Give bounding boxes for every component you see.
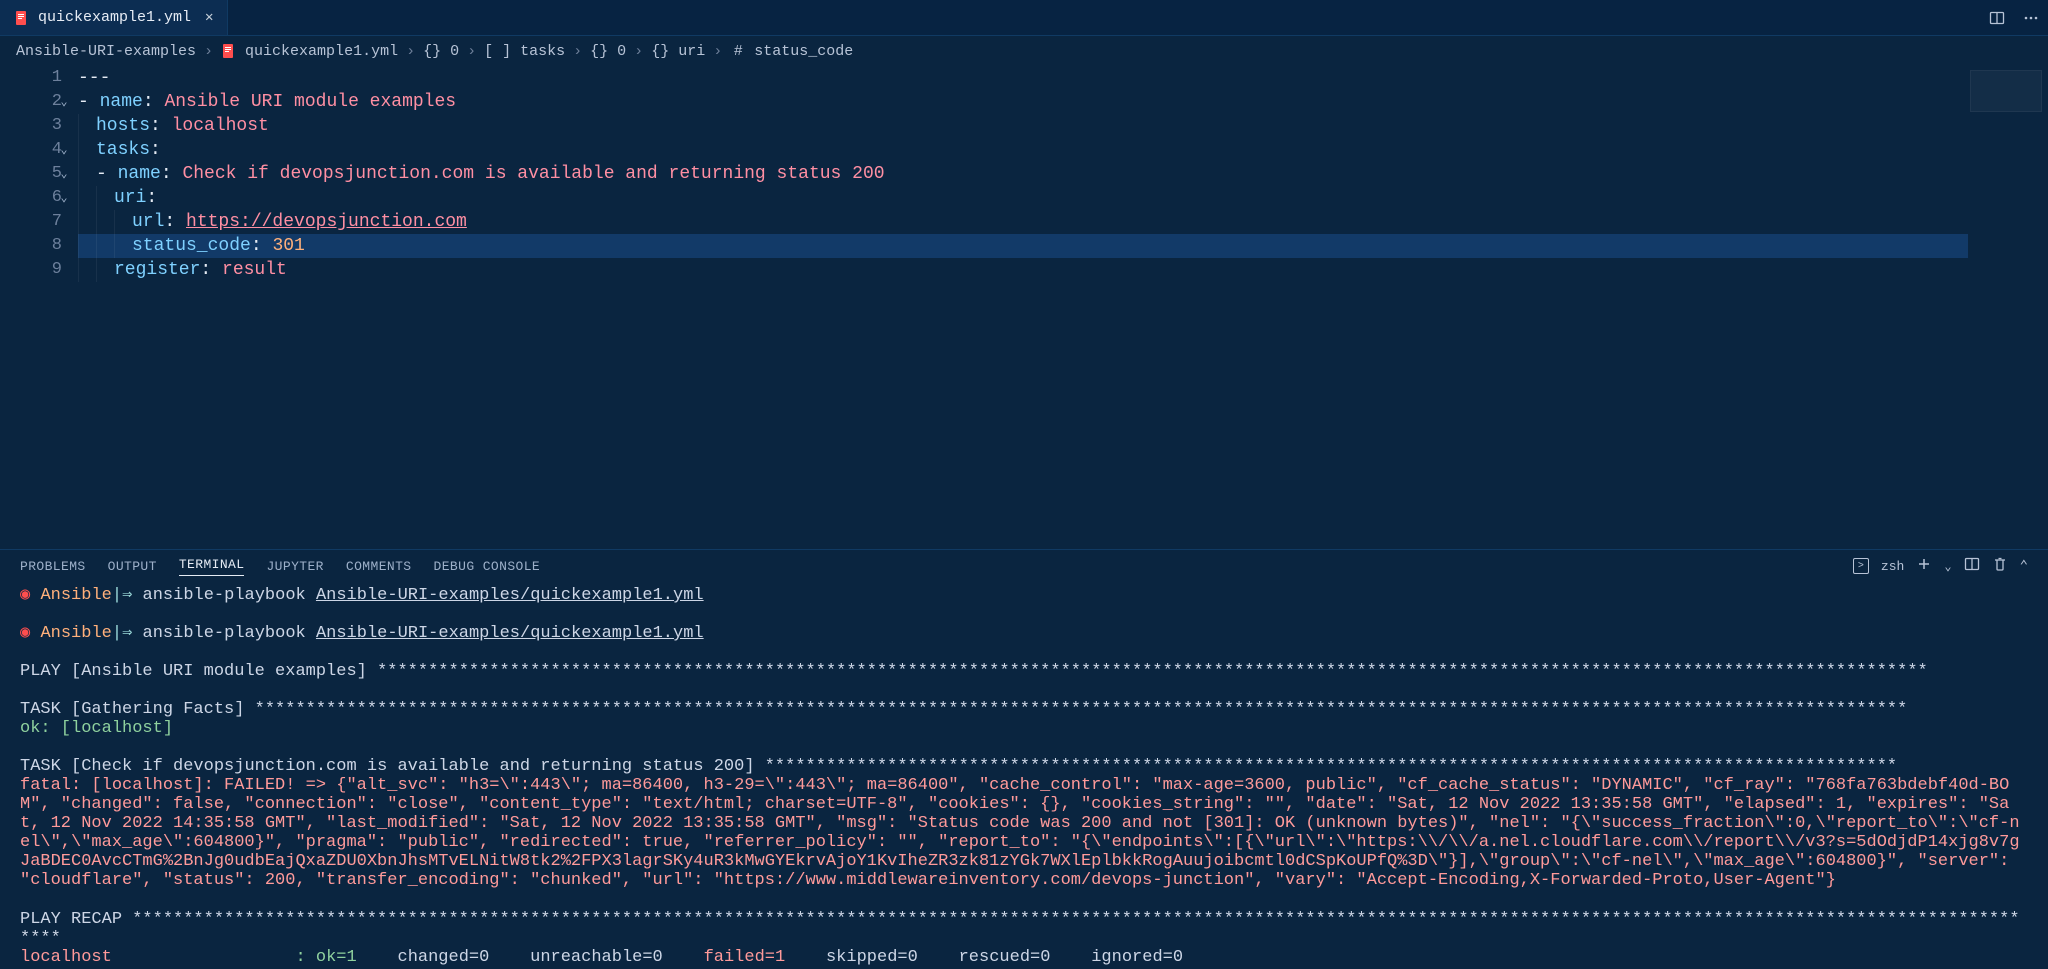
recap-unreachable: unreachable=0 bbox=[530, 948, 703, 967]
code-area[interactable]: --- - name: Ansible URI module examples … bbox=[78, 66, 2048, 549]
chevron-down-icon[interactable]: ⌄ bbox=[54, 162, 74, 186]
tab-jupyter[interactable]: JUPYTER bbox=[266, 559, 323, 574]
line-number: 9 bbox=[0, 258, 62, 282]
split-editor-icon[interactable] bbox=[1980, 0, 2014, 35]
hash-icon: # bbox=[730, 43, 746, 59]
close-icon[interactable]: ✕ bbox=[199, 9, 213, 26]
breadcrumb-segment[interactable]: [ ] tasks bbox=[484, 43, 565, 60]
breadcrumb-segment[interactable]: {} 0 bbox=[590, 43, 626, 60]
chevron-up-icon[interactable]: ⌃ bbox=[2020, 558, 2028, 575]
play-name: Ansible URI module examples bbox=[81, 662, 356, 681]
command-path: Ansible-URI-examples/quickexample1.yml bbox=[316, 624, 704, 643]
chevron-right-icon: › bbox=[406, 43, 415, 60]
divider-stars: ****************************************… bbox=[20, 910, 2020, 948]
task-name: Gathering Facts bbox=[81, 700, 234, 719]
line-number: 1 bbox=[0, 66, 62, 90]
terminal-output[interactable]: ◉ Ansible|⇒ ansible-playbook Ansible-URI… bbox=[0, 582, 2048, 969]
recap-skipped: skipped=0 bbox=[826, 948, 959, 967]
divider-stars: ****************************************… bbox=[377, 662, 1928, 681]
code-line[interactable]: uri: bbox=[78, 186, 2048, 210]
dirty-indicator-icon: ◉ bbox=[20, 586, 30, 605]
chevron-right-icon: › bbox=[634, 43, 643, 60]
prompt-sep: |⇒ bbox=[112, 624, 143, 643]
line-number: 3 bbox=[0, 114, 62, 138]
code-line[interactable]: - name: Ansible URI module examples bbox=[78, 90, 2048, 114]
breadcrumb-folder[interactable]: Ansible-URI-examples bbox=[16, 43, 196, 60]
task-header-suffix: ] bbox=[234, 700, 254, 719]
recap-failed: failed=1 bbox=[704, 948, 826, 967]
chevron-down-icon[interactable]: ⌄ bbox=[54, 90, 74, 114]
breadcrumb-segment[interactable]: {} 0 bbox=[423, 43, 459, 60]
play-header-prefix: PLAY [ bbox=[20, 662, 81, 681]
command-text: ansible-playbook bbox=[143, 586, 316, 605]
breadcrumb-segment[interactable]: {} uri bbox=[651, 43, 705, 60]
trash-icon[interactable] bbox=[1992, 556, 2008, 576]
command-path: Ansible-URI-examples/quickexample1.yml bbox=[316, 586, 704, 605]
task-header-prefix: TASK [ bbox=[20, 757, 81, 776]
terminal-shell-label[interactable]: zsh bbox=[1881, 559, 1904, 574]
recap-rescued: rescued=0 bbox=[959, 948, 1092, 967]
chevron-down-icon[interactable]: ⌄ bbox=[54, 186, 74, 210]
code-line[interactable]: --- bbox=[78, 66, 2048, 90]
tab-filename: quickexample1.yml bbox=[38, 9, 191, 26]
chevron-right-icon: › bbox=[467, 43, 476, 60]
split-terminal-icon[interactable] bbox=[1964, 556, 1980, 576]
line-number: 6 bbox=[0, 186, 62, 210]
chevron-down-icon[interactable]: ⌄ bbox=[1944, 559, 1951, 574]
task-header-prefix: TASK [ bbox=[20, 700, 81, 719]
terminal-icon: > bbox=[1853, 558, 1869, 574]
yaml-file-icon bbox=[221, 43, 237, 59]
line-number: 4 bbox=[0, 138, 62, 162]
code-line[interactable]: hosts: localhost bbox=[78, 114, 2048, 138]
command-text: ansible-playbook bbox=[143, 624, 316, 643]
panel: PROBLEMS OUTPUT TERMINAL JUPYTER COMMENT… bbox=[0, 549, 2048, 969]
recap-header: PLAY RECAP bbox=[20, 910, 132, 929]
chevron-down-icon[interactable]: ⌄ bbox=[54, 138, 74, 162]
chevron-right-icon: › bbox=[204, 43, 213, 60]
code-line[interactable]: status_code: 301 bbox=[78, 234, 2048, 258]
task-header-suffix: ] bbox=[744, 757, 764, 776]
tab-comments[interactable]: COMMENTS bbox=[346, 559, 412, 574]
prompt-sep: |⇒ bbox=[112, 586, 143, 605]
yaml-file-icon bbox=[14, 10, 30, 26]
tab-problems[interactable]: PROBLEMS bbox=[20, 559, 86, 574]
line-number: 8 bbox=[0, 234, 62, 258]
play-header-suffix: ] bbox=[357, 662, 377, 681]
breadcrumb-file[interactable]: quickexample1.yml bbox=[245, 43, 398, 60]
chevron-right-icon: › bbox=[573, 43, 582, 60]
code-line[interactable]: register: result bbox=[78, 258, 2048, 282]
line-number: 7 bbox=[0, 210, 62, 234]
recap-ignored: ignored=0 bbox=[1091, 948, 1183, 967]
editor[interactable]: 1 2 3 4 5 6 7 8 9 ⌄ ⌄ ⌄ ⌄ --- - name: An… bbox=[0, 66, 2048, 549]
tab-debug[interactable]: DEBUG CONSOLE bbox=[434, 559, 541, 574]
code-line[interactable]: url: https://devopsjunction.com bbox=[78, 210, 2048, 234]
task-ok-line: ok: [localhost] bbox=[20, 719, 173, 738]
breadcrumb-segment[interactable]: status_code bbox=[754, 43, 853, 60]
line-number: 5 bbox=[0, 162, 62, 186]
panel-tabs: PROBLEMS OUTPUT TERMINAL JUPYTER COMMENT… bbox=[0, 550, 2048, 582]
code-line[interactable]: - name: Check if devopsjunction.com is a… bbox=[78, 162, 2048, 186]
breadcrumb[interactable]: Ansible-URI-examples › quickexample1.yml… bbox=[0, 36, 2048, 66]
divider-stars: ****************************************… bbox=[255, 700, 1908, 719]
tab-bar: quickexample1.yml ✕ bbox=[0, 0, 2048, 36]
dirty-indicator-icon: ◉ bbox=[20, 624, 30, 643]
code-line[interactable]: tasks: bbox=[78, 138, 2048, 162]
add-terminal-icon[interactable] bbox=[1916, 556, 1932, 576]
tab-more-icon[interactable] bbox=[2014, 0, 2048, 35]
chevron-right-icon: › bbox=[713, 43, 722, 60]
line-number: 2 bbox=[0, 90, 62, 114]
editor-tab-active[interactable]: quickexample1.yml ✕ bbox=[0, 0, 228, 35]
recap-host: localhost bbox=[20, 948, 112, 967]
fold-gutter: ⌄ ⌄ ⌄ ⌄ bbox=[54, 66, 74, 549]
task-name: Check if devopsjunction.com is available… bbox=[81, 757, 744, 776]
fatal-output: fatal: [localhost]: FAILED! => {"alt_svc… bbox=[20, 776, 2020, 890]
prompt-env: Ansible bbox=[40, 624, 111, 643]
prompt-env: Ansible bbox=[40, 586, 111, 605]
recap-changed: changed=0 bbox=[398, 948, 531, 967]
tab-output[interactable]: OUTPUT bbox=[108, 559, 157, 574]
tab-terminal[interactable]: TERMINAL bbox=[179, 557, 245, 576]
divider-stars: ****************************************… bbox=[765, 757, 1897, 776]
recap-ok: : ok=1 bbox=[295, 948, 397, 967]
